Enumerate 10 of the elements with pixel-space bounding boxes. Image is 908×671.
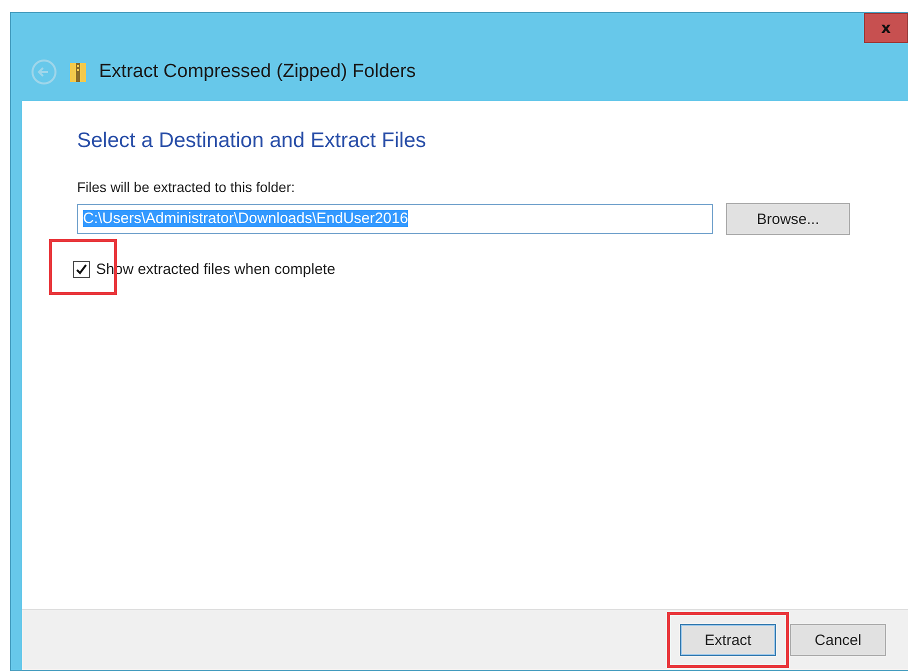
close-button[interactable]: x: [864, 13, 908, 43]
window-title: Extract Compressed (Zipped) Folders: [99, 61, 416, 83]
dialog-heading: Select a Destination and Extract Files: [77, 129, 428, 153]
selected-path-text: C:\Users\Administrator\Downloads\EndUser2016: [83, 210, 408, 227]
dialog-button[interactable]: Cancel: [790, 624, 886, 656]
dialog-button[interactable]: Extract: [680, 624, 776, 656]
zip-folder-icon: [69, 61, 87, 83]
checkbox[interactable]: [73, 261, 90, 278]
field-label: Files will be extracted to this folder:: [77, 179, 296, 195]
browse-button[interactable]: Browse...: [726, 203, 850, 235]
